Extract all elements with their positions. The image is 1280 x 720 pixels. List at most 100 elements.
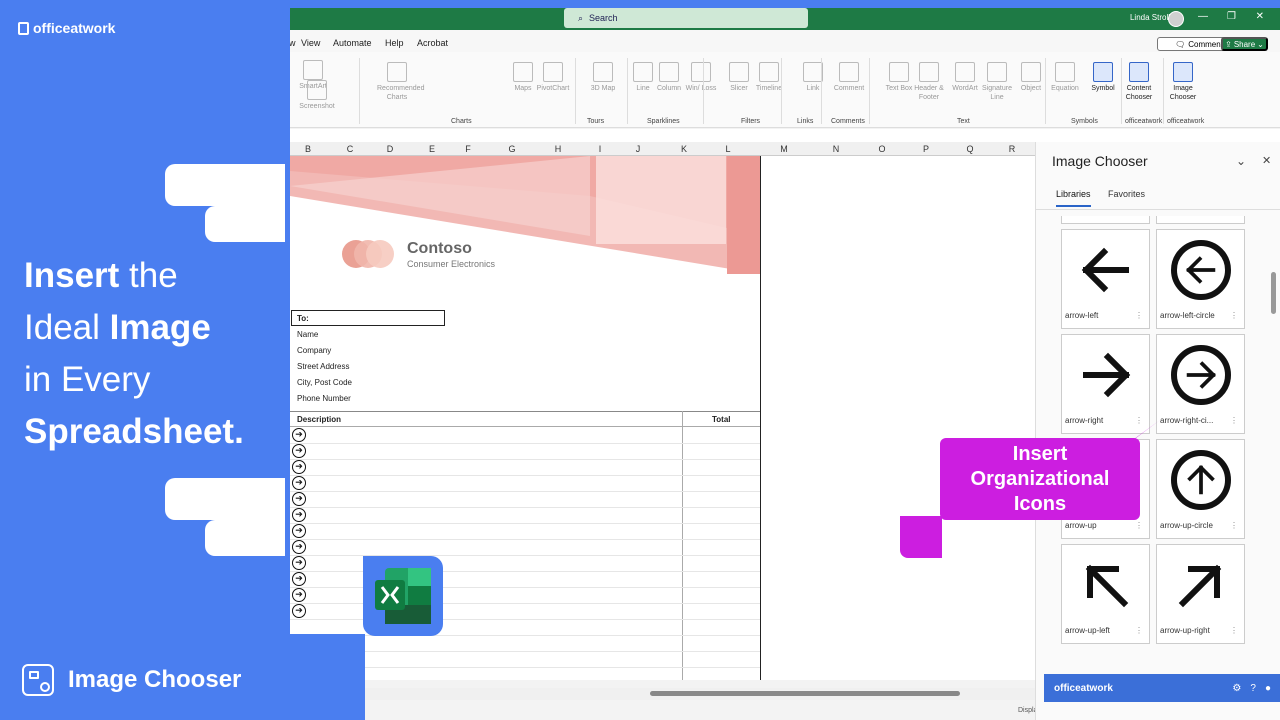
arrow-right-circle-icon: ➔ bbox=[292, 476, 306, 490]
column-header[interactable]: L bbox=[708, 144, 748, 154]
ribbon-button[interactable]: Timeline bbox=[749, 62, 789, 93]
column-header[interactable]: G bbox=[492, 144, 532, 154]
tab-libraries[interactable]: Libraries bbox=[1056, 189, 1091, 207]
close-icon[interactable]: ✕ bbox=[1256, 11, 1264, 22]
more-options-icon[interactable]: ⋮ bbox=[1135, 626, 1143, 635]
to-box bbox=[291, 310, 445, 326]
more-options-icon[interactable]: ⋮ bbox=[1230, 416, 1238, 425]
chevron-down-icon[interactable]: ⌄ bbox=[1236, 154, 1246, 168]
minimize-icon[interactable]: — bbox=[1198, 11, 1208, 22]
column-header[interactable]: P bbox=[906, 144, 946, 154]
arrow-right-circle-icon: ➔ bbox=[292, 572, 306, 586]
user-name: Linda Stroll bbox=[1129, 13, 1170, 22]
ribbon-icon bbox=[955, 62, 975, 82]
more-options-icon[interactable]: ⋮ bbox=[1230, 521, 1238, 530]
ribbon-button[interactable]: Equation bbox=[1045, 62, 1085, 93]
menu-item[interactable]: View bbox=[301, 38, 320, 48]
ribbon: SmartArtScreenshot3D ModelsRecommended C… bbox=[245, 52, 1280, 128]
horizontal-scrollbar[interactable] bbox=[290, 688, 1035, 700]
panel-notch bbox=[245, 634, 365, 720]
ribbon-group-label: Text bbox=[957, 118, 970, 125]
ribbon-button[interactable]: Image Chooser bbox=[1163, 62, 1203, 102]
menu-item[interactable]: Acrobat bbox=[417, 38, 448, 48]
column-header[interactable]: M bbox=[764, 144, 804, 154]
column-header[interactable]: O bbox=[862, 144, 902, 154]
company-subtitle: Consumer Electronics bbox=[407, 259, 496, 269]
column-header[interactable]: I bbox=[580, 144, 620, 154]
ribbon-icon bbox=[889, 62, 909, 82]
image-card[interactable]: arrow-up-circle ⋮ bbox=[1156, 439, 1245, 539]
menu-item[interactable]: Help bbox=[385, 38, 404, 48]
card-stub bbox=[1156, 216, 1245, 224]
ribbon-separator bbox=[1121, 58, 1122, 124]
column-header[interactable]: Q bbox=[950, 144, 990, 154]
image-card[interactable]: arrow-up-left ⋮ bbox=[1061, 544, 1150, 644]
ribbon-button[interactable]: 3D Map bbox=[583, 62, 623, 93]
image-card[interactable]: arrow-right-ci... ⋮ bbox=[1156, 334, 1245, 434]
ribbon-separator bbox=[1163, 58, 1164, 124]
ribbon-button-label: Equation bbox=[1051, 85, 1079, 92]
avatar[interactable] bbox=[1168, 11, 1184, 27]
ribbon-button-label: Slicer bbox=[730, 85, 748, 92]
ribbon-icon bbox=[1093, 62, 1113, 82]
avatar[interactable]: ● bbox=[1265, 683, 1271, 694]
ribbon-button-label: Line bbox=[636, 85, 650, 92]
ribbon-button[interactable]: Content Chooser bbox=[1119, 62, 1159, 102]
more-options-icon[interactable]: ⋮ bbox=[1135, 311, 1143, 320]
column-header[interactable]: B bbox=[288, 144, 328, 154]
share-button[interactable]: ⇪ Share ⌄ bbox=[1221, 37, 1268, 51]
ribbon-button[interactable]: Comment bbox=[829, 62, 869, 93]
column-header[interactable]: E bbox=[412, 144, 452, 154]
column-header[interactable]: R bbox=[992, 144, 1032, 154]
ribbon-button[interactable]: Recommended Charts bbox=[377, 62, 424, 102]
restore-icon[interactable]: ❐ bbox=[1227, 11, 1236, 22]
tab-favorites[interactable]: Favorites bbox=[1108, 189, 1145, 199]
search-input[interactable]: ⌕ Search bbox=[564, 8, 808, 28]
ribbon-button[interactable]: Header & Footer bbox=[909, 62, 949, 102]
column-header[interactable]: N bbox=[816, 144, 856, 154]
ribbon-button-label: Win/ Loss bbox=[685, 85, 717, 92]
ribbon-icon bbox=[303, 60, 323, 80]
more-options-icon[interactable]: ⋮ bbox=[1230, 626, 1238, 635]
ribbon-icon bbox=[759, 62, 779, 82]
ribbon-icon bbox=[307, 80, 327, 100]
column-header[interactable]: C bbox=[330, 144, 370, 154]
ribbon-button[interactable]: PivotChart bbox=[533, 62, 573, 93]
image-card[interactable]: arrow-left-circle ⋮ bbox=[1156, 229, 1245, 329]
help-icon[interactable]: ? bbox=[1250, 683, 1256, 694]
ribbon-button-label: Comment bbox=[833, 85, 865, 92]
ribbon-button-label: WordArt bbox=[952, 85, 978, 92]
menu-item[interactable]: Automate bbox=[333, 38, 372, 48]
column-header[interactable]: H bbox=[538, 144, 578, 154]
close-icon[interactable]: ✕ bbox=[1262, 154, 1271, 167]
scroll-thumb[interactable] bbox=[650, 691, 960, 696]
pane-title: Image Chooser bbox=[1052, 153, 1148, 169]
comment-icon: 🗨 bbox=[1175, 39, 1186, 49]
table-row-line bbox=[290, 491, 760, 492]
image-card-label: arrow-left-circle bbox=[1160, 311, 1215, 320]
more-options-icon[interactable]: ⋮ bbox=[1135, 521, 1143, 530]
headline-line: Ideal Image bbox=[24, 302, 244, 354]
headline-segment: Image bbox=[109, 308, 211, 347]
share-icon: ⇪ bbox=[1225, 39, 1232, 49]
gear-icon[interactable]: ⚙ bbox=[1232, 683, 1241, 694]
panel-notch bbox=[165, 478, 285, 520]
ribbon-button[interactable]: Win/ Loss bbox=[681, 62, 721, 93]
more-options-icon[interactable]: ⋮ bbox=[1230, 311, 1238, 320]
ribbon-separator bbox=[703, 58, 704, 124]
image-card[interactable]: arrow-up-right ⋮ bbox=[1156, 544, 1245, 644]
image-card[interactable]: arrow-right ⋮ bbox=[1061, 334, 1150, 434]
ribbon-button[interactable]: Symbol bbox=[1083, 62, 1123, 93]
ribbon-group-label: Symbols bbox=[1071, 118, 1098, 125]
ribbon-button[interactable]: Link bbox=[793, 62, 833, 93]
arrow-right-circle-icon: ➔ bbox=[292, 588, 306, 602]
officeatwork-logo-icon bbox=[18, 21, 29, 35]
column-header[interactable]: D bbox=[370, 144, 410, 154]
ribbon-button[interactable]: Screenshot bbox=[297, 80, 337, 111]
column-header[interactable]: J bbox=[618, 144, 658, 154]
ribbon-button-label: Recommended Charts bbox=[377, 85, 425, 101]
image-card[interactable]: arrow-left ⋮ bbox=[1061, 229, 1150, 329]
column-header[interactable]: F bbox=[448, 144, 488, 154]
column-header[interactable]: K bbox=[664, 144, 704, 154]
pane-scrollbar[interactable] bbox=[1271, 272, 1276, 314]
